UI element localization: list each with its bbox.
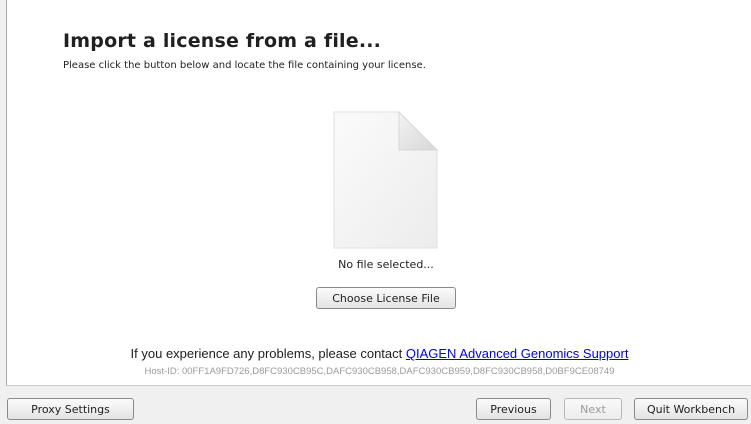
document-icon — [333, 111, 438, 249]
support-contact-line: If you experience any problems, please c… — [7, 346, 751, 361]
page-title: Import a license from a file... — [63, 30, 382, 52]
license-wizard-window: Import a license from a file... Please c… — [0, 0, 751, 424]
support-contact-text: If you experience any problems, please c… — [130, 346, 406, 361]
previous-button[interactable]: Previous — [476, 398, 551, 420]
file-status-label: No file selected... — [338, 258, 434, 271]
proxy-settings-button[interactable]: Proxy Settings — [7, 398, 134, 420]
support-link[interactable]: QIAGEN Advanced Genomics Support — [406, 346, 629, 361]
next-button[interactable]: Next — [564, 398, 622, 420]
page-instructions: Please click the button below and locate… — [63, 60, 426, 71]
wizard-content-panel: Import a license from a file... Please c… — [6, 0, 751, 386]
host-id-text: Host-ID: 00FF1A9FD726,D8FC930CB95C,DAFC9… — [144, 366, 615, 377]
choose-license-file-button[interactable]: Choose License File — [316, 287, 456, 309]
quit-workbench-button[interactable]: Quit Workbench — [634, 398, 748, 420]
